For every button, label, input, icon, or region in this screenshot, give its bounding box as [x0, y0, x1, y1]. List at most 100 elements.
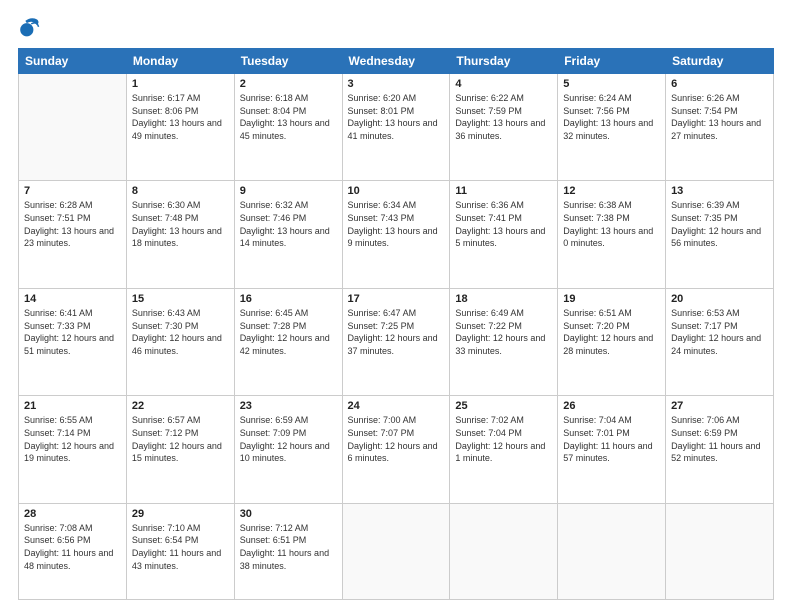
day-number: 15	[132, 293, 229, 305]
calendar-cell: 16 Sunrise: 6:45 AMSunset: 7:28 PMDayligh…	[234, 288, 342, 395]
calendar-cell: 3 Sunrise: 6:20 AMSunset: 8:01 PMDaylight…	[342, 74, 450, 181]
week-row-5: 28Sunrise: 7:08 AMSunset: 6:56 PMDayligh…	[19, 503, 774, 599]
day-number: 13	[671, 185, 768, 197]
weekday-header-row: SundayMondayTuesdayWednesdayThursdayFrid…	[19, 49, 774, 74]
calendar-cell: 18 Sunrise: 6:49 AMSunset: 7:22 PMDayligh…	[450, 288, 558, 395]
cell-info: Sunrise: 7:00 AMSunset: 7:07 PMDaylight:…	[348, 414, 445, 464]
cell-info: Sunrise: 6:34 AMSunset: 7:43 PMDaylight:…	[348, 199, 445, 249]
day-number: 27	[671, 400, 768, 412]
day-number: 26	[563, 400, 660, 412]
day-number: 3	[348, 78, 445, 90]
day-number: 20	[671, 293, 768, 305]
day-number: 8	[132, 185, 229, 197]
day-number: 24	[348, 400, 445, 412]
cell-info: Sunrise: 6:26 AMSunset: 7:54 PMDaylight:…	[671, 92, 768, 142]
weekday-tuesday: Tuesday	[234, 49, 342, 74]
cell-info: Sunrise: 6:45 AMSunset: 7:28 PMDaylight:…	[240, 307, 337, 357]
weekday-thursday: Thursday	[450, 49, 558, 74]
calendar-cell: 5Sunrise: 6:24 AMSunset: 7:56 PMDaylight…	[558, 74, 666, 181]
day-number: 23	[240, 400, 337, 412]
calendar-cell: 27Sunrise: 7:06 AMSunset: 6:59 PMDayligh…	[666, 396, 774, 503]
day-number: 18	[455, 293, 552, 305]
cell-info: Sunrise: 6:47 AMSunset: 7:25 PMDaylight:…	[348, 307, 445, 357]
week-row-4: 21 Sunrise: 6:55 AMSunset: 7:14 PMDayligh…	[19, 396, 774, 503]
cell-info: Sunrise: 6:38 AMSunset: 7:38 PMDaylight:…	[563, 199, 660, 249]
calendar-cell: 10 Sunrise: 6:34 AMSunset: 7:43 PMDayligh…	[342, 181, 450, 288]
cell-info: Sunrise: 6:39 AMSunset: 7:35 PMDaylight:…	[671, 199, 768, 249]
cell-info: Sunrise: 6:51 AMSunset: 7:20 PMDaylight:…	[563, 307, 660, 357]
cell-info: Sunrise: 6:24 AMSunset: 7:56 PMDaylight:…	[563, 92, 660, 142]
day-number: 17	[348, 293, 445, 305]
calendar-cell: 30Sunrise: 7:12 AMSunset: 6:51 PMDayligh…	[234, 503, 342, 599]
calendar-cell: 19 Sunrise: 6:51 AMSunset: 7:20 PMDayligh…	[558, 288, 666, 395]
cell-info: Sunrise: 7:12 AMSunset: 6:51 PMDaylight:…	[240, 522, 337, 572]
cell-info: Sunrise: 6:17 AMSunset: 8:06 PMDaylight:…	[132, 92, 229, 142]
cell-info: Sunrise: 6:41 AMSunset: 7:33 PMDaylight:…	[24, 307, 121, 357]
day-number: 28	[24, 508, 121, 520]
calendar-cell: 24 Sunrise: 7:00 AMSunset: 7:07 PMDayligh…	[342, 396, 450, 503]
calendar-cell: 12 Sunrise: 6:38 AMSunset: 7:38 PMDayligh…	[558, 181, 666, 288]
calendar-cell	[450, 503, 558, 599]
calendar-cell: 7 Sunrise: 6:28 AMSunset: 7:51 PMDaylight…	[19, 181, 127, 288]
weekday-wednesday: Wednesday	[342, 49, 450, 74]
week-row-3: 14 Sunrise: 6:41 AMSunset: 7:33 PMDayligh…	[19, 288, 774, 395]
cell-info: Sunrise: 6:43 AMSunset: 7:30 PMDaylight:…	[132, 307, 229, 357]
calendar-table: SundayMondayTuesdayWednesdayThursdayFrid…	[18, 48, 774, 600]
calendar-cell	[19, 74, 127, 181]
calendar-cell: 1 Sunrise: 6:17 AMSunset: 8:06 PMDaylight…	[126, 74, 234, 181]
weekday-monday: Monday	[126, 49, 234, 74]
logo	[18, 18, 44, 40]
day-number: 4	[455, 78, 552, 90]
calendar-cell: 15 Sunrise: 6:43 AMSunset: 7:30 PMDayligh…	[126, 288, 234, 395]
calendar-cell: 25Sunrise: 7:02 AMSunset: 7:04 PMDayligh…	[450, 396, 558, 503]
calendar-cell: 14 Sunrise: 6:41 AMSunset: 7:33 PMDayligh…	[19, 288, 127, 395]
day-number: 10	[348, 185, 445, 197]
cell-info: Sunrise: 6:20 AMSunset: 8:01 PMDaylight:…	[348, 92, 445, 142]
cell-info: Sunrise: 6:36 AMSunset: 7:41 PMDaylight:…	[455, 199, 552, 249]
calendar-cell	[558, 503, 666, 599]
calendar-cell	[666, 503, 774, 599]
day-number: 9	[240, 185, 337, 197]
cell-info: Sunrise: 7:10 AMSunset: 6:54 PMDaylight:…	[132, 522, 229, 572]
cell-info: Sunrise: 6:59 AMSunset: 7:09 PMDaylight:…	[240, 414, 337, 464]
day-number: 2	[240, 78, 337, 90]
cell-info: Sunrise: 6:53 AMSunset: 7:17 PMDaylight:…	[671, 307, 768, 357]
cell-info: Sunrise: 6:22 AMSunset: 7:59 PMDaylight:…	[455, 92, 552, 142]
page: SundayMondayTuesdayWednesdayThursdayFrid…	[0, 0, 792, 612]
calendar-cell: 17 Sunrise: 6:47 AMSunset: 7:25 PMDayligh…	[342, 288, 450, 395]
cell-info: Sunrise: 7:02 AMSunset: 7:04 PMDaylight:…	[455, 414, 552, 464]
day-number: 12	[563, 185, 660, 197]
calendar-cell: 26 Sunrise: 7:04 AMSunset: 7:01 PMDayligh…	[558, 396, 666, 503]
cell-info: Sunrise: 6:18 AMSunset: 8:04 PMDaylight:…	[240, 92, 337, 142]
calendar-cell	[342, 503, 450, 599]
week-row-1: 1 Sunrise: 6:17 AMSunset: 8:06 PMDaylight…	[19, 74, 774, 181]
calendar-cell: 20 Sunrise: 6:53 AMSunset: 7:17 PMDayligh…	[666, 288, 774, 395]
calendar-cell: 13 Sunrise: 6:39 AMSunset: 7:35 PMDayligh…	[666, 181, 774, 288]
cell-info: Sunrise: 6:55 AMSunset: 7:14 PMDaylight:…	[24, 414, 121, 464]
calendar-cell: 2 Sunrise: 6:18 AMSunset: 8:04 PMDaylight…	[234, 74, 342, 181]
day-number: 7	[24, 185, 121, 197]
day-number: 16	[240, 293, 337, 305]
cell-info: Sunrise: 7:04 AMSunset: 7:01 PMDaylight:…	[563, 414, 660, 464]
calendar-cell: 21 Sunrise: 6:55 AMSunset: 7:14 PMDayligh…	[19, 396, 127, 503]
week-row-2: 7 Sunrise: 6:28 AMSunset: 7:51 PMDaylight…	[19, 181, 774, 288]
cell-info: Sunrise: 6:30 AMSunset: 7:48 PMDaylight:…	[132, 199, 229, 249]
header	[18, 18, 774, 40]
weekday-saturday: Saturday	[666, 49, 774, 74]
calendar-cell: 11 Sunrise: 6:36 AMSunset: 7:41 PMDayligh…	[450, 181, 558, 288]
calendar-cell: 29 Sunrise: 7:10 AMSunset: 6:54 PMDayligh…	[126, 503, 234, 599]
day-number: 19	[563, 293, 660, 305]
day-number: 21	[24, 400, 121, 412]
cell-info: Sunrise: 6:49 AMSunset: 7:22 PMDaylight:…	[455, 307, 552, 357]
calendar-cell: 23 Sunrise: 6:59 AMSunset: 7:09 PMDayligh…	[234, 396, 342, 503]
day-number: 6	[671, 78, 768, 90]
day-number: 11	[455, 185, 552, 197]
day-number: 14	[24, 293, 121, 305]
logo-icon	[18, 18, 40, 40]
cell-info: Sunrise: 6:28 AMSunset: 7:51 PMDaylight:…	[24, 199, 121, 249]
calendar-cell: 22Sunrise: 6:57 AMSunset: 7:12 PMDayligh…	[126, 396, 234, 503]
calendar-cell: 6 Sunrise: 6:26 AMSunset: 7:54 PMDaylight…	[666, 74, 774, 181]
day-number: 29	[132, 508, 229, 520]
day-number: 22	[132, 400, 229, 412]
day-number: 1	[132, 78, 229, 90]
